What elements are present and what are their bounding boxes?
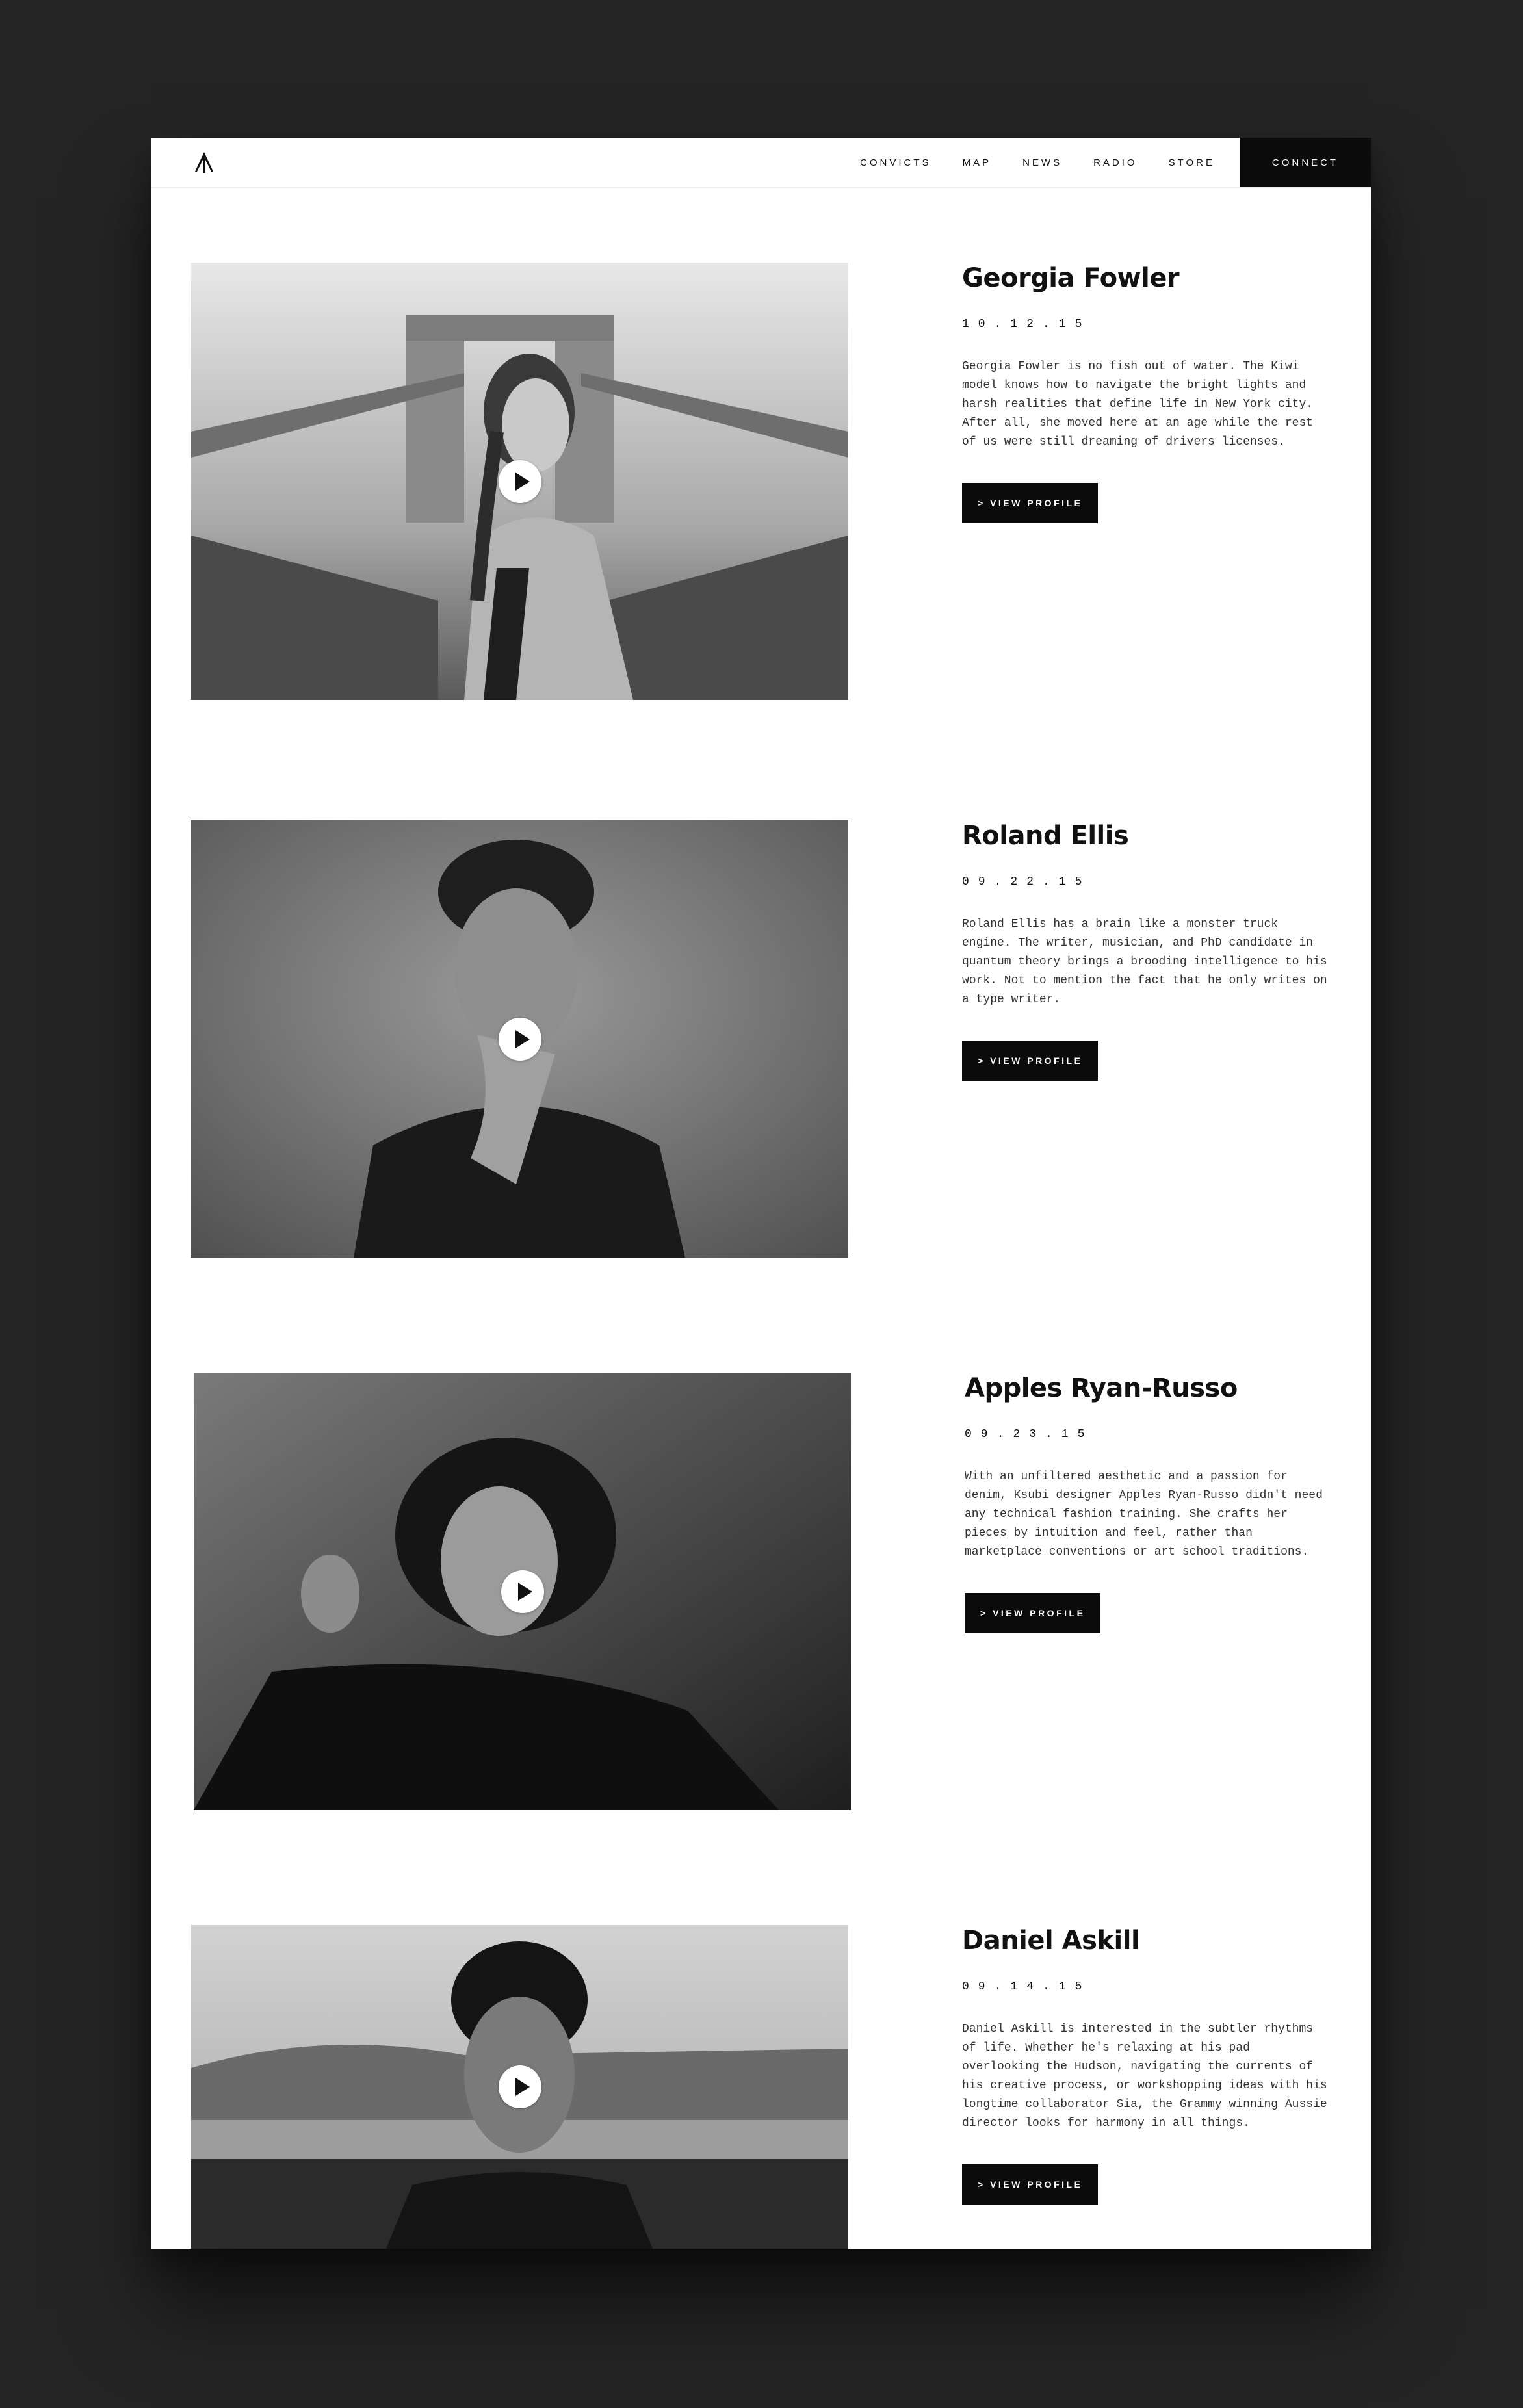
view-profile-button[interactable]: > VIEW PROFILE (965, 1593, 1101, 1633)
page: CONVICTS MAP NEWS RADIO STORE CONNECT Ge… (151, 138, 1371, 2249)
profile-photo[interactable] (191, 263, 848, 700)
profile-bio: Georgia Fowler is no fish out of water. … (962, 360, 1314, 448)
profile-date: 10.12.15 (962, 318, 1091, 331)
view-profile-button[interactable]: > VIEW PROFILE (962, 1041, 1099, 1081)
profile-date: 09.22.15 (962, 875, 1091, 888)
play-icon[interactable] (498, 2065, 541, 2108)
profile-bio: Daniel Askill is interested in the subtl… (962, 2023, 1327, 2130)
nav-link-convicts[interactable]: CONVICTS (860, 157, 931, 168)
nav-links: CONVICTS MAP NEWS RADIO STORE (860, 138, 1215, 187)
play-icon[interactable] (501, 1570, 544, 1613)
profile-photo[interactable] (194, 1373, 851, 1810)
profile-card: Apples Ryan-Russo 09.23.15 With an unfil… (151, 1373, 1371, 1812)
profile-name: Roland Ellis (962, 821, 1129, 851)
nav-link-store[interactable]: STORE (1169, 157, 1215, 168)
profile-card: Georgia Fowler 10.12.15 Georgia Fowler i… (151, 263, 1371, 702)
profile-info: Georgia Fowler 10.12.15 Georgia Fowler i… (962, 263, 1339, 523)
arrow-split-logo-icon[interactable] (191, 149, 217, 175)
play-icon[interactable] (498, 1017, 541, 1061)
profile-date: 09.14.15 (962, 1980, 1091, 1993)
nav-link-map[interactable]: MAP (963, 157, 992, 168)
profile-date: 09.23.15 (965, 1428, 1094, 1441)
nav-link-news[interactable]: NEWS (1022, 157, 1062, 168)
profile-info: Apples Ryan-Russo 09.23.15 With an unfil… (965, 1373, 1342, 1633)
connect-button[interactable]: CONNECT (1240, 138, 1371, 187)
profile-card: Daniel Askill 09.14.15 Daniel Askill is … (151, 1925, 1371, 2249)
profile-name: Georgia Fowler (962, 263, 1180, 293)
profile-info: Roland Ellis 09.22.15 Roland Ellis has a… (962, 820, 1339, 1081)
profile-bio: With an unfiltered aesthetic and a passi… (965, 1470, 1323, 1559)
profile-name: Daniel Askill (962, 1926, 1140, 1956)
view-profile-button[interactable]: > VIEW PROFILE (962, 2164, 1099, 2205)
profile-photo[interactable] (191, 1925, 848, 2249)
profile-name: Apples Ryan-Russo (965, 1373, 1238, 1403)
profile-bio: Roland Ellis has a brain like a monster … (962, 918, 1327, 1006)
play-icon[interactable] (498, 460, 541, 503)
profile-photo[interactable] (191, 820, 848, 1258)
profile-info: Daniel Askill 09.14.15 Daniel Askill is … (962, 1925, 1339, 2205)
view-profile-button[interactable]: > VIEW PROFILE (962, 483, 1099, 523)
nav-link-radio[interactable]: RADIO (1093, 157, 1138, 168)
top-navigation: CONVICTS MAP NEWS RADIO STORE CONNECT (151, 138, 1371, 188)
profile-card: Roland Ellis 09.22.15 Roland Ellis has a… (151, 820, 1371, 1260)
